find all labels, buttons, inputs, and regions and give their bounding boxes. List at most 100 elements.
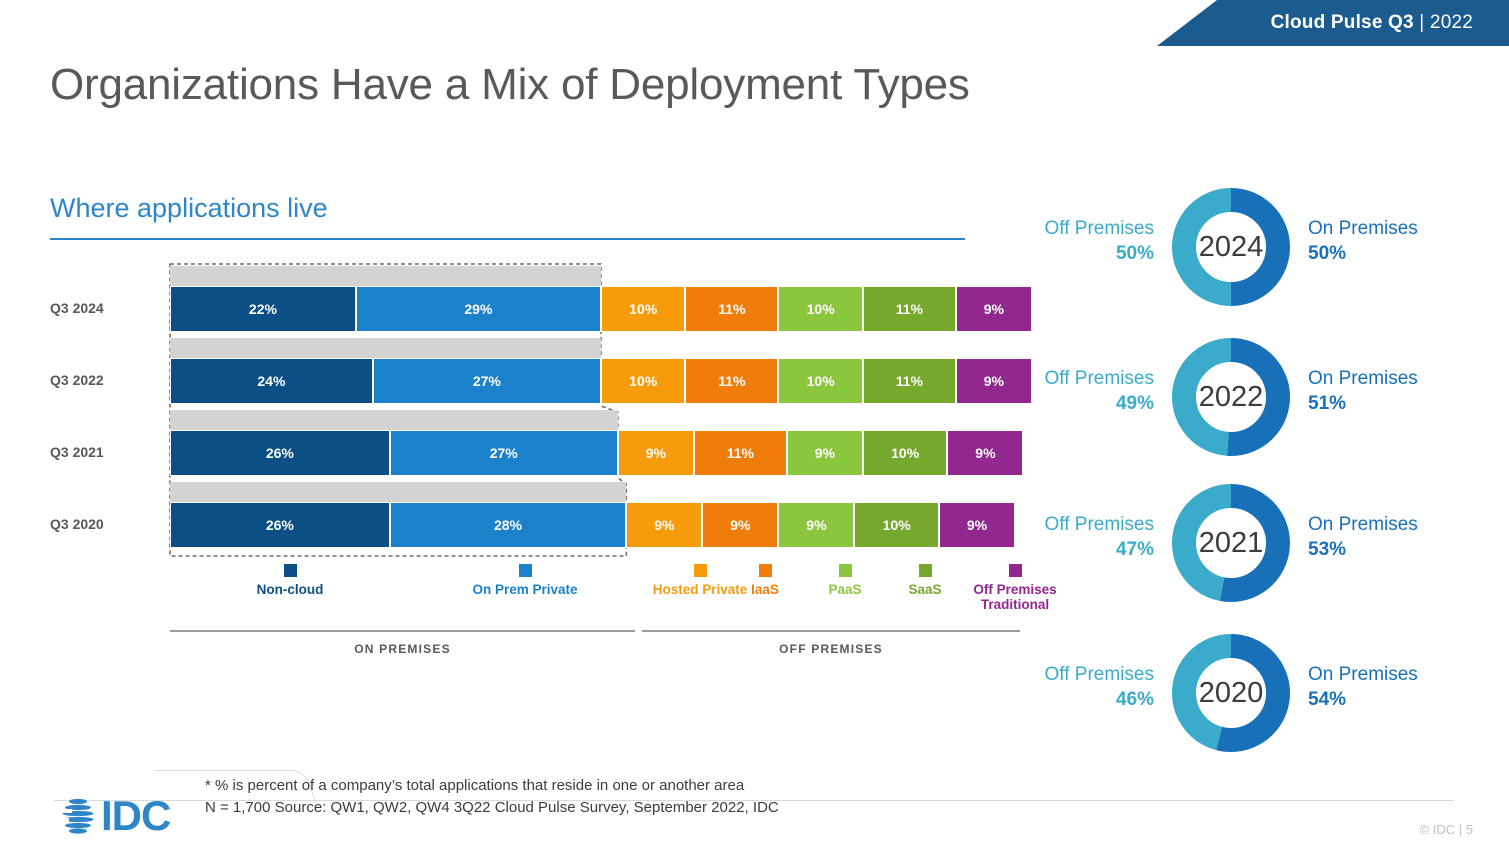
on-premises-group-label: ON PREMISES: [354, 642, 451, 656]
footer-note-line1: * % is percent of a company’s total appl…: [205, 777, 745, 794]
bar-segment: 9%: [947, 430, 1024, 476]
donut-on-premises-name: On Premises: [1308, 218, 1418, 239]
bar-segment-value: 11%: [895, 301, 923, 317]
bar-segment-value: 11%: [895, 373, 923, 389]
bar-segment: 11%: [862, 358, 956, 404]
bar-segment-value: 10%: [806, 301, 835, 317]
legend-item[interactable]: IaaS: [730, 564, 800, 597]
legend-label: Off Premises Traditional: [973, 582, 1057, 612]
donut-year-label: 2020: [1198, 676, 1264, 709]
off-premises-rule: [642, 630, 1020, 632]
donut-off-premises-label: Off Premises 46%: [984, 662, 1154, 712]
donut-off-premises-value: 46%: [1115, 689, 1154, 710]
donut-on-premises-value: 53%: [1308, 539, 1347, 560]
bar-segment: 10%: [862, 430, 948, 476]
bar-segment: 10%: [854, 502, 939, 548]
bar-segment: 10%: [778, 286, 863, 332]
donut-off-premises-name: Off Premises: [1044, 368, 1154, 389]
bar-segment-value: 26%: [265, 445, 294, 461]
legend-swatch: [1008, 564, 1022, 577]
bar-segment: 11%: [685, 286, 779, 332]
donut-off-premises-name: Off Premises: [1044, 514, 1154, 535]
legend-item[interactable]: Off Premises Traditional: [960, 564, 1070, 612]
legend-label: On Prem Private: [472, 582, 578, 597]
legend-item[interactable]: Non-cloud: [210, 564, 370, 597]
bar-segment-value: 10%: [882, 517, 911, 533]
page-number: 5: [1465, 822, 1473, 837]
bar-segment-value: 9%: [645, 445, 666, 461]
donut-on-premises-value: 50%: [1308, 243, 1347, 264]
legend-item[interactable]: SaaS: [885, 564, 965, 597]
donut-off-premises-label: Off Premises 50%: [984, 216, 1154, 266]
legend-label: Non-cloud: [256, 582, 324, 597]
row-label-q3-2022: Q3 2022: [50, 372, 104, 388]
donut-off-premises-name: Off Premises: [1044, 218, 1154, 239]
chart-legend: Non-cloud On Prem Private Hosted Private Ia…: [170, 564, 1057, 630]
header-banner: Cloud Pulse Q3 | 2022: [1157, 0, 1509, 46]
bar-segment: 9%: [786, 430, 863, 476]
bar-segment: 10%: [778, 358, 863, 404]
donut-off-premises-label: Off Premises 49%: [984, 366, 1154, 416]
row-label-q3-2020: Q3 2020: [50, 516, 104, 532]
legend-swatch: [918, 564, 932, 577]
bar-segment-value: 10%: [891, 445, 920, 461]
donut-chart-2020: 2020 Off Premises 46% On Premises 54%: [1045, 634, 1418, 752]
bar-segment-value: 26%: [265, 517, 294, 533]
copyright-note: © IDC | 5: [1420, 822, 1473, 837]
banner-separator: |: [1419, 12, 1425, 33]
bar-segment: 11%: [862, 286, 956, 332]
donut-off-premises-value: 49%: [1115, 393, 1154, 414]
bar-segment: 24%: [170, 358, 373, 404]
bar-segment-value: 9%: [983, 301, 1004, 317]
donut-on-premises-label: On Premises 51%: [1308, 366, 1478, 416]
bar-segment: 26%: [170, 430, 390, 476]
legend-item[interactable]: On Prem Private: [445, 564, 605, 597]
donut-year-label: 2021: [1198, 526, 1264, 559]
donut-off-premises-value: 50%: [1115, 243, 1154, 264]
legend-item[interactable]: PaaS: [805, 564, 885, 597]
donut-off-premises-value: 47%: [1115, 539, 1154, 560]
donut-on-premises-name: On Premises: [1308, 368, 1418, 389]
bar-segment: 26%: [170, 502, 390, 548]
chart-subtitle: Where applications live: [50, 193, 328, 223]
bar-segment: 9%: [778, 502, 855, 548]
bar-segment-value: 10%: [629, 301, 658, 317]
donut-on-premises-label: On Premises 54%: [1308, 662, 1478, 712]
bar-segment-value: 27%: [489, 445, 518, 461]
bar-segment: 9%: [626, 502, 703, 548]
bar-segment: 10%: [600, 286, 686, 332]
donut-chart-2021: 2021 Off Premises 47% On Premises 53%: [1045, 484, 1418, 602]
donut-on-premises-value: 51%: [1308, 393, 1347, 414]
bar-segment: 28%: [389, 502, 627, 548]
legend-label: SaaS: [908, 582, 942, 597]
bar-segment-value: 22%: [248, 301, 277, 317]
donut-chart-2022: 2022 Off Premises 49% On Premises 51%: [1045, 338, 1418, 456]
bar-segment: 9%: [955, 286, 1032, 332]
idc-logo-text: IDC: [101, 792, 171, 839]
donut-year-label: 2022: [1198, 380, 1264, 413]
legend-swatch: [693, 564, 707, 577]
off-premises-group-label: OFF PREMISES: [779, 642, 883, 656]
legend-swatch: [838, 564, 852, 577]
bar-segment-value: 9%: [975, 445, 996, 461]
idc-logo: IDC: [55, 792, 171, 839]
donut-on-premises-name: On Premises: [1308, 514, 1418, 535]
on-premises-rule: [170, 630, 635, 632]
legend-swatch: [758, 564, 772, 577]
bar-segment: 11%: [693, 430, 787, 476]
page-title: Organizations Have a Mix of Deployment T…: [50, 60, 970, 109]
donut-on-premises-name: On Premises: [1308, 664, 1418, 685]
bar-segment-value: 10%: [806, 373, 835, 389]
legend-swatch: [283, 564, 297, 577]
donut-year-label: 2024: [1198, 230, 1264, 263]
bar-segment-value: 9%: [814, 445, 835, 461]
legend-label: PaaS: [828, 582, 862, 597]
donut-on-premises-label: On Premises 50%: [1308, 216, 1478, 266]
bar-segment: 9%: [702, 502, 779, 548]
bar-segment-value: 9%: [806, 517, 827, 533]
donut-off-premises-label: Off Premises 47%: [984, 512, 1154, 562]
banner-year: 2022: [1429, 12, 1473, 33]
legend-swatch: [518, 564, 532, 577]
banner-title: Cloud Pulse Q3 | 2022: [1271, 12, 1473, 34]
idc-globe-icon: [55, 798, 94, 834]
